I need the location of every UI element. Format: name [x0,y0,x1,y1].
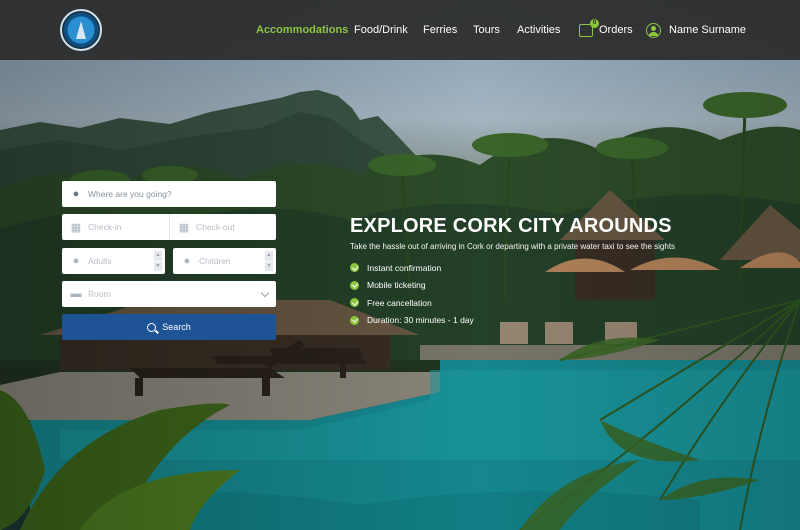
check-circle-icon [350,263,359,273]
user-name[interactable]: Name Surname [669,24,746,36]
orders-link[interactable]: 0 Orders [579,0,633,60]
orders-count-badge: 0 [590,18,599,28]
feature-text: Free cancellation [367,297,432,308]
children-increment-button[interactable]: ▲ [265,251,273,261]
calendar-icon: ▦ [178,221,190,234]
feature-item: Mobile ticketing [350,277,710,295]
user-account-menu[interactable]: Name Surname [646,0,746,60]
bed-icon: ▬ [70,288,82,300]
orders-label[interactable]: Orders [599,24,633,36]
adults-stepper[interactable]: ● Adults ▲ ▼ [62,248,165,274]
children-decrement-button[interactable]: ▼ [265,261,273,271]
nav-tours-label[interactable]: Tours [473,24,500,36]
nav-ferries[interactable]: Ferries [423,0,457,60]
checkout-placeholder: Check-out [196,222,235,232]
nav-food-drink[interactable]: Food/Drink [354,0,408,60]
top-navigation-bar: Accommodations Food/Drink Ferries Tours … [0,0,800,60]
check-circle-icon [350,315,359,325]
hero-title: EXPLORE CORK CITY AROUNDS [350,215,672,237]
check-circle-icon [350,298,359,308]
adults-spinner[interactable]: ▲ ▼ [154,251,162,271]
search-icon [147,322,157,332]
destination-field[interactable]: ● Where are you going? [62,181,276,207]
adults-decrement-button[interactable]: ▼ [154,261,162,271]
nav-activities-label[interactable]: Activities [517,24,560,36]
map-pin-icon: ● [72,188,80,200]
person-icon: ● [183,255,191,267]
children-spinner[interactable]: ▲ ▼ [265,251,273,271]
checkin-placeholder: Check-in [88,222,122,232]
nav-accommodations-label[interactable]: Accommodations [256,24,348,36]
nav-accommodations[interactable]: Accommodations [256,0,348,60]
checkin-field[interactable]: ▦ Check-in [62,214,169,240]
calendar-icon: ▦ [70,221,82,234]
search-button[interactable]: Search [62,314,276,340]
cart-icon: 0 [579,18,599,37]
feature-text: Mobile ticketing [367,280,426,291]
room-placeholder: Room [88,289,111,299]
nav-food-drink-label[interactable]: Food/Drink [354,24,408,36]
feature-item: Free cancellation [350,294,710,312]
hero-content: EXPLORE CORK CITY AROUNDS Take the hassl… [350,215,710,329]
nav-ferries-label[interactable]: Ferries [423,24,457,36]
check-circle-icon [350,280,359,290]
chevron-down-icon [260,288,270,298]
children-stepper[interactable]: ● Children ▲ ▼ [173,248,276,274]
feature-item: Duration: 30 minutes - 1 day [350,312,710,330]
destination-placeholder: Where are you going? [88,189,172,199]
adults-increment-button[interactable]: ▲ [154,251,162,261]
room-select[interactable]: ▬ Room [62,281,276,307]
feature-item: Instant confirmation [350,259,710,277]
hero-subtitle: Take the hassle out of arriving in Cork … [350,242,676,251]
feature-text: Duration: 30 minutes - 1 day [367,315,474,326]
nav-tours[interactable]: Tours [473,0,500,60]
adults-placeholder: Adults [88,256,112,266]
feature-text: Instant confirmation [367,262,442,273]
checkout-field[interactable]: ▦ Check-out [169,214,276,240]
children-placeholder: Children [199,256,231,266]
search-button-label: Search [162,322,191,332]
nav-activities[interactable]: Activities [517,0,560,60]
person-icon: ● [72,255,80,267]
feature-list: Instant confirmation Mobile ticketing Fr… [350,259,710,329]
user-icon [646,22,661,38]
brand-logo[interactable] [60,9,102,51]
